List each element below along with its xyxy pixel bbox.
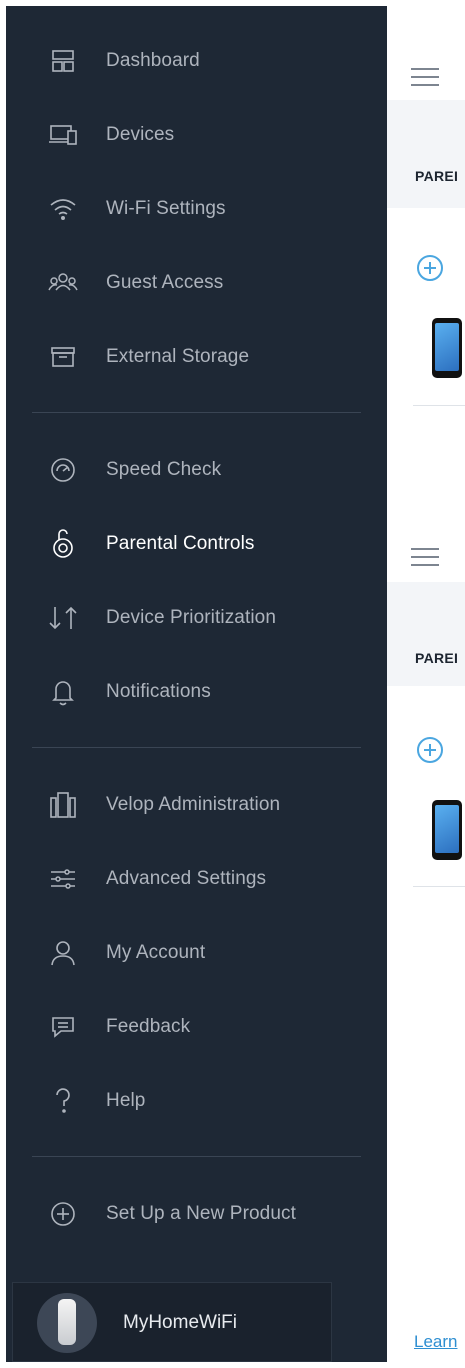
menu-item-feedback[interactable]: Feedback xyxy=(6,1002,387,1052)
speech-bubble-icon xyxy=(46,1010,80,1044)
menu-item-label: Velop Administration xyxy=(106,794,281,815)
router-nodes-icon xyxy=(46,788,80,822)
menu-item-label: My Account xyxy=(106,942,206,963)
menu-item-wifi-settings[interactable]: Wi-Fi Settings xyxy=(6,184,387,234)
section-header xyxy=(387,582,465,686)
menu-item-advanced-settings[interactable]: Advanced Settings xyxy=(6,854,387,904)
menu-item-guest-access[interactable]: Guest Access xyxy=(6,258,387,308)
lock-icon xyxy=(46,527,80,561)
divider xyxy=(413,405,465,406)
phone-device-icon xyxy=(432,800,462,860)
menu-item-label: Help xyxy=(106,1090,146,1111)
section-title: PAREI xyxy=(415,650,459,666)
bell-icon xyxy=(46,675,80,709)
phone-device-icon xyxy=(432,318,462,378)
menu-icon[interactable] xyxy=(411,548,439,566)
devices-icon xyxy=(46,118,80,152)
menu-icon[interactable] xyxy=(411,68,439,86)
section-title: PAREI xyxy=(415,168,459,184)
sliders-icon xyxy=(46,862,80,896)
add-circle-icon xyxy=(46,1197,80,1231)
up-down-arrows-icon xyxy=(46,601,80,635)
menu-item-label: Device Prioritization xyxy=(106,607,276,628)
menu-divider xyxy=(32,747,361,748)
menu-item-label: Notifications xyxy=(106,681,211,702)
menu-item-help[interactable]: Help xyxy=(6,1076,387,1126)
menu-item-set-up-new-product[interactable]: Set Up a New Product xyxy=(6,1189,387,1239)
network-selector[interactable]: MyHomeWiFi xyxy=(12,1282,332,1362)
menu-item-label: Feedback xyxy=(106,1016,191,1037)
app-screen: PAREI PAREI Learn Dashboard Devices Wi-F… xyxy=(0,0,465,1368)
menu-item-label: Speed Check xyxy=(106,459,222,480)
add-icon[interactable] xyxy=(417,255,443,281)
divider xyxy=(413,886,465,887)
menu-divider xyxy=(32,1156,361,1157)
menu-item-label: Set Up a New Product xyxy=(106,1203,296,1224)
menu-item-device-prioritization[interactable]: Device Prioritization xyxy=(6,593,387,643)
menu-item-label: Guest Access xyxy=(106,272,224,293)
guest-access-icon xyxy=(46,266,80,300)
menu-item-label: Advanced Settings xyxy=(106,868,267,889)
wifi-icon xyxy=(46,192,80,226)
learn-more-link[interactable]: Learn xyxy=(414,1332,457,1352)
navigation-drawer: Dashboard Devices Wi-Fi Settings Guest A… xyxy=(6,6,387,1362)
speedometer-icon xyxy=(46,453,80,487)
menu-item-velop-administration[interactable]: Velop Administration xyxy=(6,780,387,830)
velop-node-icon xyxy=(58,1299,76,1345)
menu-item-label: Devices xyxy=(106,124,175,145)
network-name: MyHomeWiFi xyxy=(123,1312,237,1333)
menu-item-my-account[interactable]: My Account xyxy=(6,928,387,978)
menu-divider xyxy=(32,412,361,413)
background-screen: PAREI PAREI xyxy=(387,0,465,1368)
menu-item-parental-controls[interactable]: Parental Controls xyxy=(6,519,387,569)
question-icon xyxy=(46,1084,80,1118)
menu-item-dashboard[interactable]: Dashboard xyxy=(6,36,387,86)
menu-item-label: Parental Controls xyxy=(106,533,255,554)
menu-item-label: Wi-Fi Settings xyxy=(106,198,226,219)
menu-item-devices[interactable]: Devices xyxy=(6,110,387,160)
menu-item-label: External Storage xyxy=(106,346,250,367)
menu-item-label: Dashboard xyxy=(106,50,200,71)
node-avatar xyxy=(37,1293,97,1353)
section-header xyxy=(387,100,465,208)
dashboard-icon xyxy=(46,44,80,78)
add-icon[interactable] xyxy=(417,737,443,763)
menu-item-notifications[interactable]: Notifications xyxy=(6,667,387,717)
menu-item-speed-check[interactable]: Speed Check xyxy=(6,445,387,495)
storage-icon xyxy=(46,340,80,374)
person-icon xyxy=(46,936,80,970)
menu-item-external-storage[interactable]: External Storage xyxy=(6,332,387,382)
